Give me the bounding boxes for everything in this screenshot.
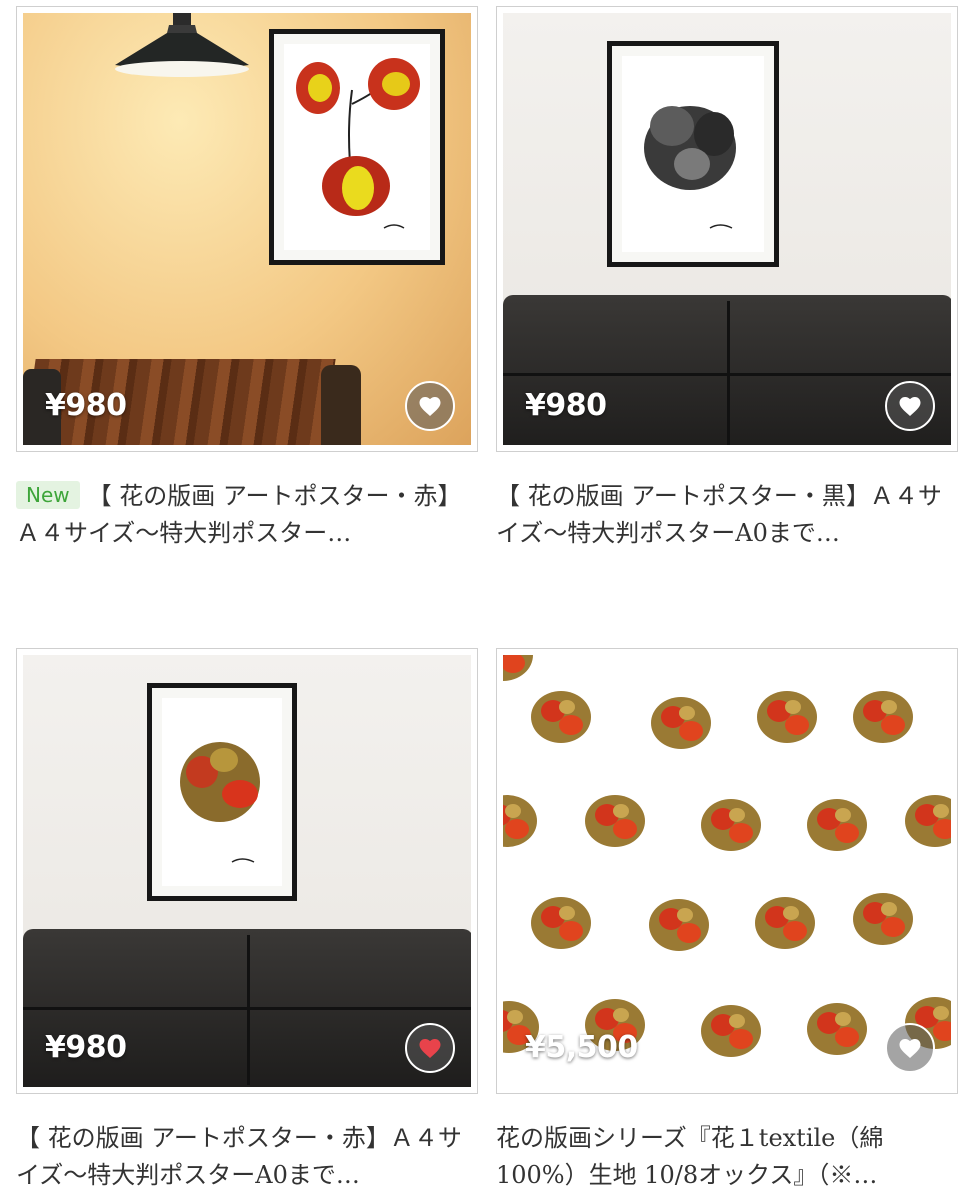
price-label: ¥980 xyxy=(45,1030,127,1065)
new-badge: New xyxy=(16,481,80,509)
like-button[interactable] xyxy=(885,1023,935,1073)
heart-icon xyxy=(899,397,921,416)
product-title-text: 【 花の版画 アートポスター・赤】Ａ４サイズ〜特大判ポスター… xyxy=(16,482,462,547)
price-label: ¥980 xyxy=(525,388,607,423)
chair-right xyxy=(321,365,361,445)
framed-poster xyxy=(147,683,297,901)
heart-icon xyxy=(419,1039,441,1058)
product-image[interactable]: ¥980 xyxy=(496,6,958,452)
like-button[interactable] xyxy=(405,381,455,431)
pendant-lamp xyxy=(115,13,249,77)
heart-icon xyxy=(899,1039,921,1058)
product-title[interactable]: 【 花の版画 アートポスター・赤】Ａ４サイズ〜特大判ポスターA0まで… xyxy=(16,1120,466,1194)
price-label: ¥980 xyxy=(45,388,127,423)
sofa-seam xyxy=(503,373,951,376)
product-image[interactable]: ¥980 xyxy=(16,648,478,1094)
product-title[interactable]: 【 花の版画 アートポスター・黒】Ａ４サイズ〜特大判ポスターA0まで… xyxy=(496,478,946,552)
product-image[interactable]: ¥980 xyxy=(16,6,478,452)
price-label: ¥5,500 xyxy=(525,1030,638,1065)
heart-icon xyxy=(419,397,441,416)
product-title-text: 【 花の版画 アートポスター・黒】Ａ４サイズ〜特大判ポスターA0まで… xyxy=(496,482,942,547)
framed-poster xyxy=(269,29,445,265)
product-image[interactable]: ¥5,500 xyxy=(496,648,958,1094)
product-title-text: 花の版画シリーズ『花１textile（綿100%）生地 10/8オックス』（※… xyxy=(496,1124,884,1189)
textile-pattern xyxy=(503,655,951,1057)
framed-poster xyxy=(607,41,779,267)
product-title[interactable]: 花の版画シリーズ『花１textile（綿100%）生地 10/8オックス』（※… xyxy=(496,1120,946,1194)
product-title-text: 【 花の版画 アートポスター・赤】Ａ４サイズ〜特大判ポスターA0まで… xyxy=(16,1124,462,1189)
product-title[interactable]: New 【 花の版画 アートポスター・赤】Ａ４サイズ〜特大判ポスター… xyxy=(16,478,466,552)
like-button[interactable] xyxy=(885,381,935,431)
sofa-seam xyxy=(247,935,250,1085)
like-button[interactable] xyxy=(405,1023,455,1073)
sofa-seam xyxy=(23,1007,471,1010)
